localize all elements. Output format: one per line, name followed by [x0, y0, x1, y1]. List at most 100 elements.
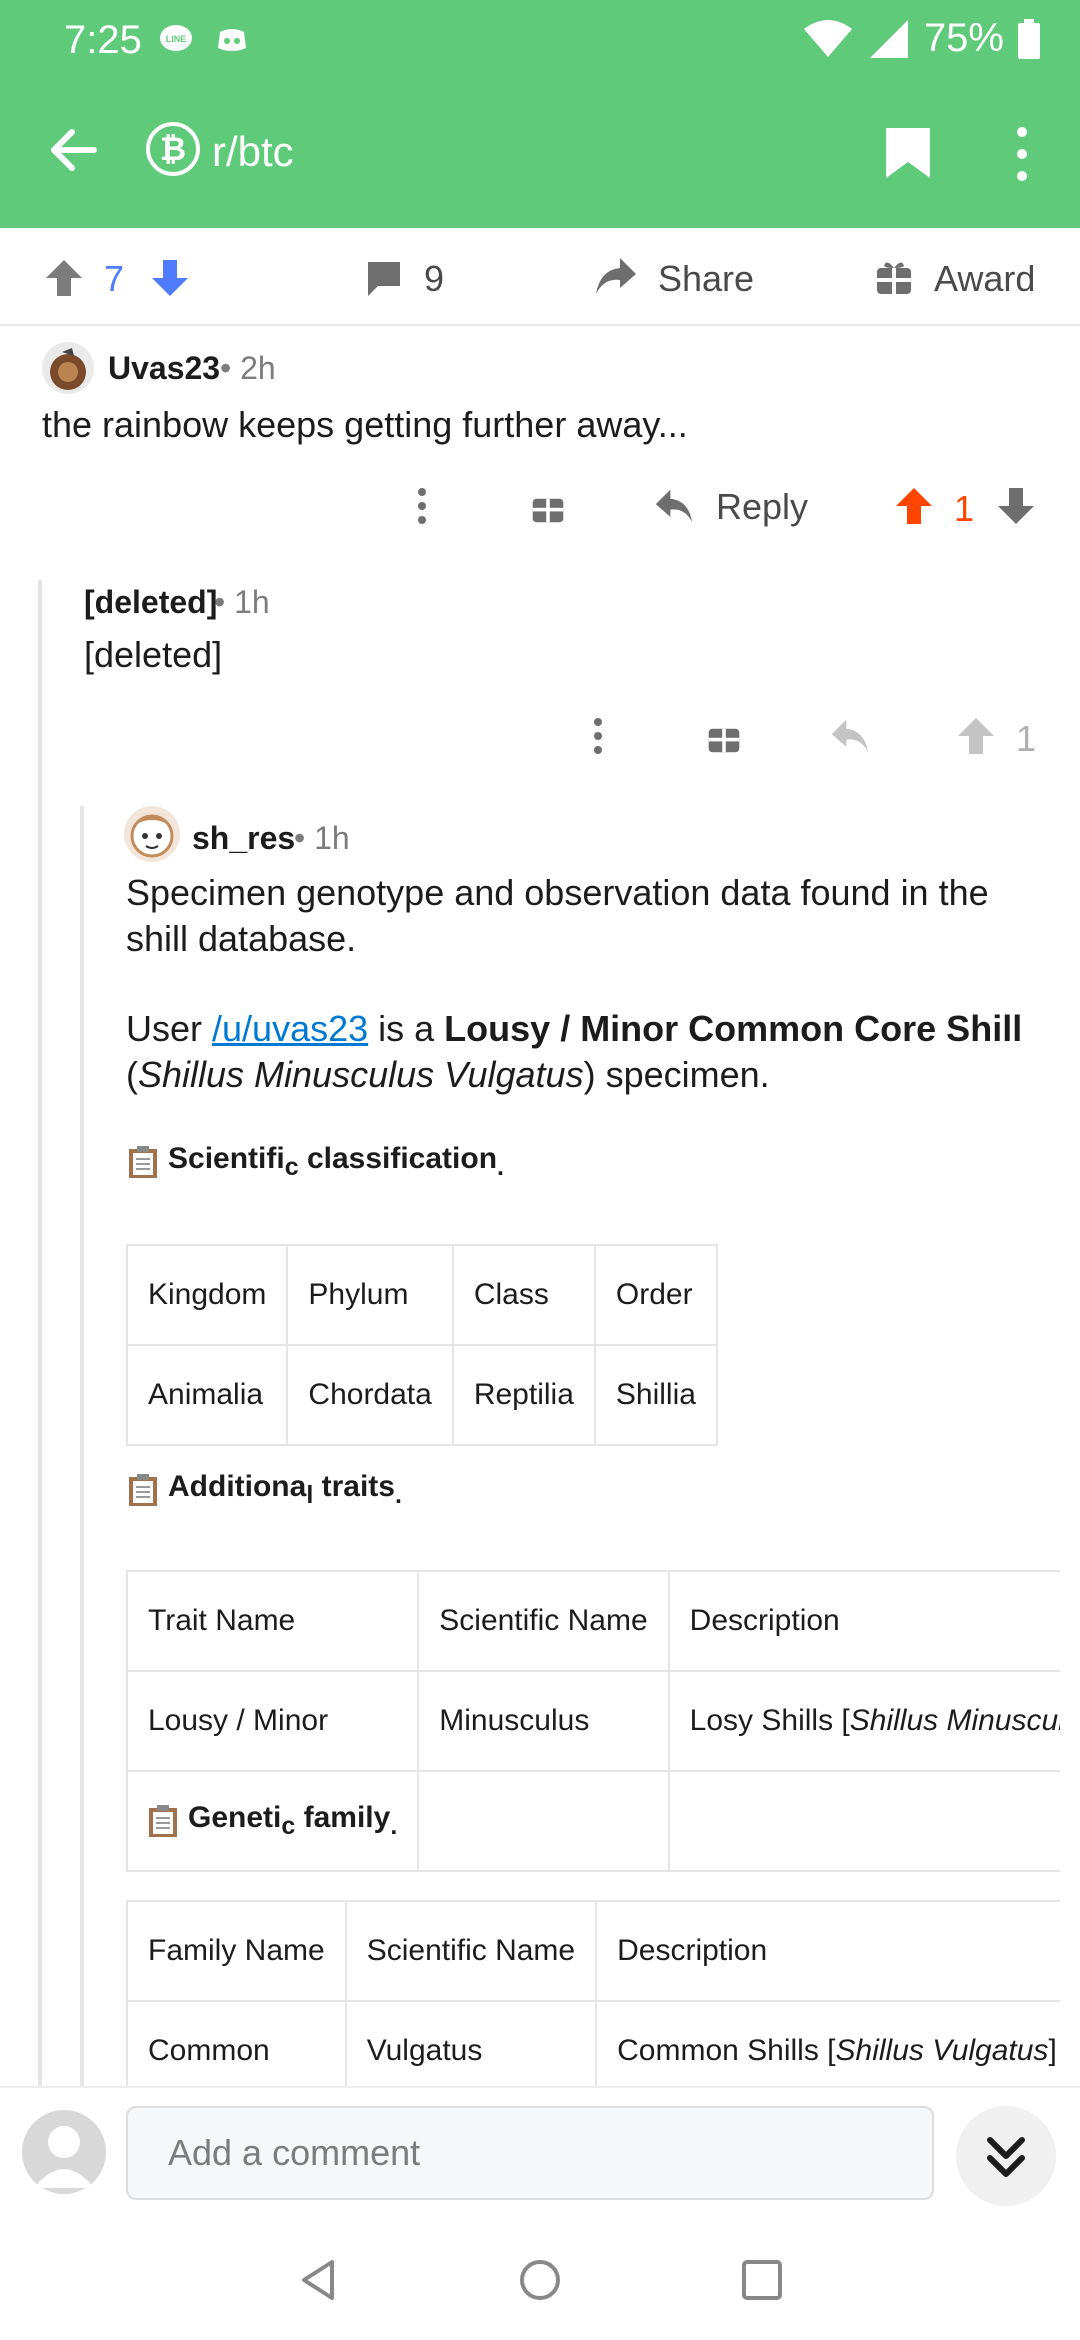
comment-author[interactable]: Uvas23	[108, 350, 220, 387]
comments-icon[interactable]	[364, 258, 404, 298]
avatar[interactable]	[124, 806, 180, 862]
section-heading: Additional traits.	[128, 1470, 402, 1510]
downvote-icon[interactable]	[996, 486, 1036, 526]
table-cell: Animalia	[125, 1344, 289, 1446]
text-span: .	[394, 1481, 402, 1509]
text-span: ) specimen.	[583, 1054, 770, 1095]
more-options-icon[interactable]	[1010, 124, 1034, 184]
text-span: is a	[368, 1008, 445, 1049]
table-cell: Order	[593, 1244, 718, 1346]
line-app-icon: LINE	[160, 25, 192, 51]
shill-type: Lousy / Minor Common Core Shill	[444, 1008, 1023, 1049]
comment-score: 1	[954, 488, 975, 529]
back-arrow-icon[interactable]	[44, 120, 104, 180]
toolbar: ₿ r/btc	[0, 96, 1080, 216]
post-action-bar: 7 9 Share Award	[0, 228, 1080, 326]
comment-time: • 2h	[220, 350, 276, 386]
table-cell: Losy Shills [Shillus Minusculu	[667, 1670, 1060, 1772]
award-icon[interactable]	[706, 718, 742, 754]
text-span: ] a	[1048, 2034, 1060, 2067]
table-cell: Minusculus	[417, 1670, 670, 1772]
award-button[interactable]: Award	[934, 258, 1035, 300]
share-button[interactable]: Share	[658, 258, 754, 300]
status-time: 7:25	[64, 18, 142, 62]
more-options-icon[interactable]	[588, 716, 608, 756]
table-cell: Scientific Name	[417, 1570, 670, 1672]
jump-to-next-button[interactable]	[956, 2106, 1056, 2206]
status-bar: 7:25 LINE 75%	[0, 0, 1080, 80]
award-icon[interactable]	[874, 256, 914, 296]
clipboard-icon	[149, 1805, 177, 1837]
avatar[interactable]	[42, 342, 94, 394]
section-title: Scientific classification.	[168, 1142, 504, 1182]
comment-paragraph: Specimen genotype and observation data f…	[126, 872, 989, 959]
classification-table: Kingdom Phylum Class Order Animalia Chor…	[125, 1244, 718, 1446]
text-span: traits	[313, 1470, 395, 1503]
reply-icon[interactable]	[830, 716, 870, 756]
battery-icon	[1018, 18, 1040, 59]
reply-button[interactable]: Reply	[716, 486, 808, 528]
family-table-scroll[interactable]: Family Name Scientific Name Description …	[126, 1900, 1060, 2086]
subreddit-icon[interactable]: ₿	[146, 122, 200, 176]
award-icon[interactable]	[530, 488, 566, 524]
upvote-icon[interactable]	[44, 258, 84, 298]
table-header-row: Family Name Scientific Name Description	[126, 1900, 1060, 2002]
traits-table: Trait Name Scientific Name Description L…	[126, 1570, 1060, 1872]
table-cell	[417, 1770, 670, 1872]
text-span: c	[281, 1812, 296, 1840]
clipboard-icon	[129, 1474, 157, 1506]
comment-body: the rainbow keeps getting further away..…	[42, 404, 688, 445]
family-table: Family Name Scientific Name Description …	[126, 1900, 1060, 2086]
traits-table-scroll[interactable]: Trait Name Scientific Name Description L…	[126, 1570, 1060, 1876]
text-span: .	[390, 1812, 398, 1840]
user-link[interactable]: /u/uvas23	[212, 1008, 368, 1049]
table-cell: Family Name	[126, 1900, 347, 2002]
signal-icon	[869, 19, 908, 58]
post-score: 7	[104, 258, 125, 299]
reply-icon[interactable]	[654, 486, 694, 526]
text-span: classificatio	[298, 1142, 479, 1175]
more-options-icon[interactable]	[412, 486, 432, 526]
table-row: Genetic family.	[126, 1770, 1060, 1872]
section-heading: Genetic family.	[148, 1801, 397, 1841]
text-span: Shillus Vulgatus	[835, 2034, 1049, 2067]
table-row: Common Vulgatus Common Shills [Shillus V…	[126, 2000, 1060, 2086]
text-span: Scientifi	[168, 1142, 285, 1175]
table-cell: Genetic family.	[126, 1770, 420, 1872]
upvote-icon[interactable]	[956, 716, 996, 756]
double-chevron-down-icon	[987, 2137, 1025, 2177]
downvote-icon[interactable]	[150, 258, 190, 298]
comment-score: 1	[1016, 718, 1037, 759]
comment-count[interactable]: 9	[424, 258, 444, 300]
table-cell: Vulgatus	[344, 2000, 598, 2086]
avatar[interactable]	[22, 2110, 106, 2194]
table-cell: Common Shills [Shillus Vulgatus] a	[595, 2000, 1060, 2086]
table-cell	[667, 1770, 1060, 1872]
table-header-row: Trait Name Scientific Name Description	[126, 1570, 1060, 1672]
nav-home-icon[interactable]	[516, 2256, 564, 2304]
system-nav-bar	[0, 2216, 1080, 2340]
app-header: 7:25 LINE 75% ₿ r/btc	[0, 0, 1080, 228]
share-icon[interactable]	[594, 256, 638, 296]
text-span: Geneti	[188, 1801, 282, 1834]
nav-recents-icon[interactable]	[738, 2256, 786, 2304]
bitcoin-icon: ₿	[159, 130, 187, 167]
text-span: c	[284, 1153, 299, 1181]
add-comment-input[interactable]: Add a comment	[126, 2106, 934, 2200]
bookmark-icon[interactable]	[884, 126, 932, 180]
table-row: Animalia Chordata Reptilia Shillia	[125, 1344, 718, 1446]
discord-app-icon	[218, 29, 246, 51]
table-cell: Reptilia	[451, 1344, 596, 1446]
upvote-icon[interactable]	[894, 486, 934, 526]
nav-back-icon[interactable]	[296, 2256, 344, 2304]
subreddit-title[interactable]: r/btc	[212, 128, 294, 176]
table-cell: Trait Name	[126, 1570, 420, 1672]
table-cell: Shillia	[593, 1344, 718, 1446]
text-span: Additiona	[168, 1470, 307, 1503]
comment-author[interactable]: sh_res	[192, 820, 295, 857]
thread-line[interactable]	[80, 806, 84, 2086]
section-title: Genetic family.	[188, 1801, 397, 1841]
user-silhouette-icon	[34, 2126, 94, 2188]
text-span: User	[126, 1008, 213, 1049]
thread-line[interactable]	[38, 580, 42, 2086]
